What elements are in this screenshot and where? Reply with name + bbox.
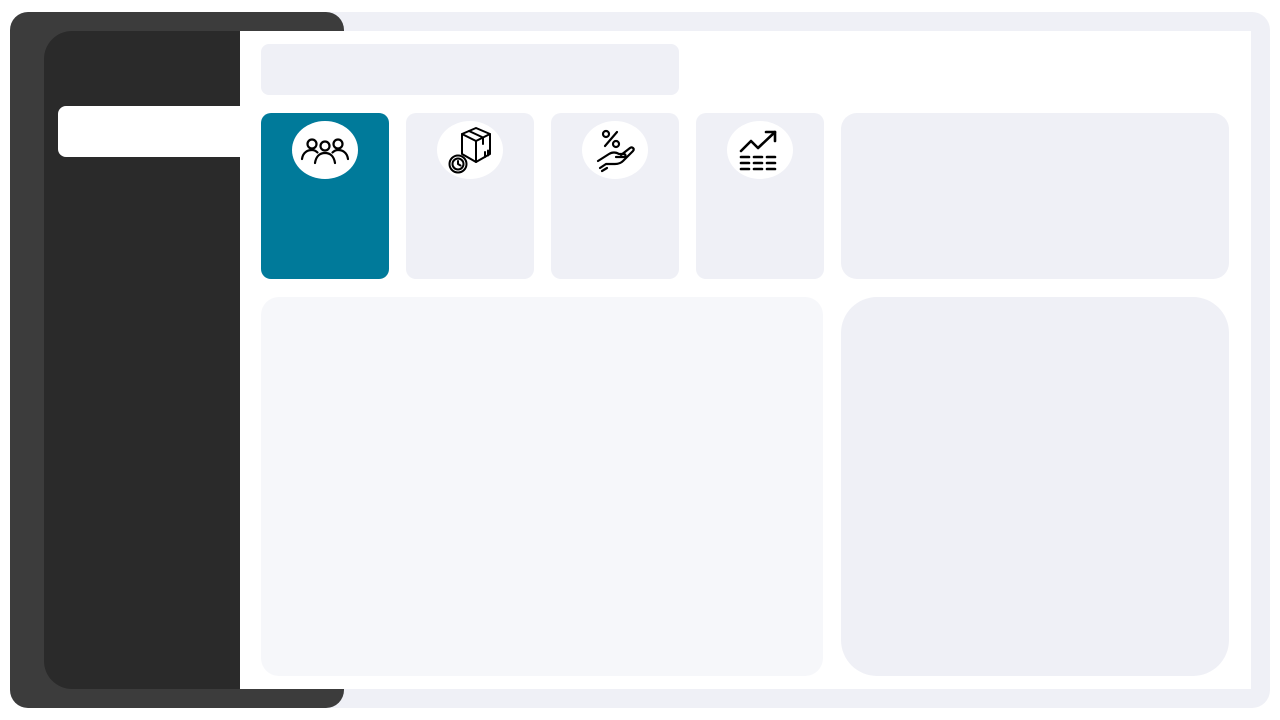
stat-card-discounts[interactable] (551, 113, 679, 279)
sidebar-item-active[interactable] (58, 106, 248, 157)
stat-card-orders[interactable] (406, 113, 534, 279)
app-window (0, 0, 1280, 720)
discount-hand-icon (582, 121, 648, 179)
search-input[interactable] (261, 44, 679, 95)
main-chart-panel (261, 297, 823, 676)
users-group-icon (292, 121, 358, 179)
trend-chart-icon (727, 121, 793, 179)
side-panel (841, 297, 1229, 676)
package-clock-icon (437, 121, 503, 179)
stat-card-customers[interactable] (261, 113, 389, 279)
summary-card (841, 113, 1229, 279)
stat-card-sales[interactable] (696, 113, 824, 279)
